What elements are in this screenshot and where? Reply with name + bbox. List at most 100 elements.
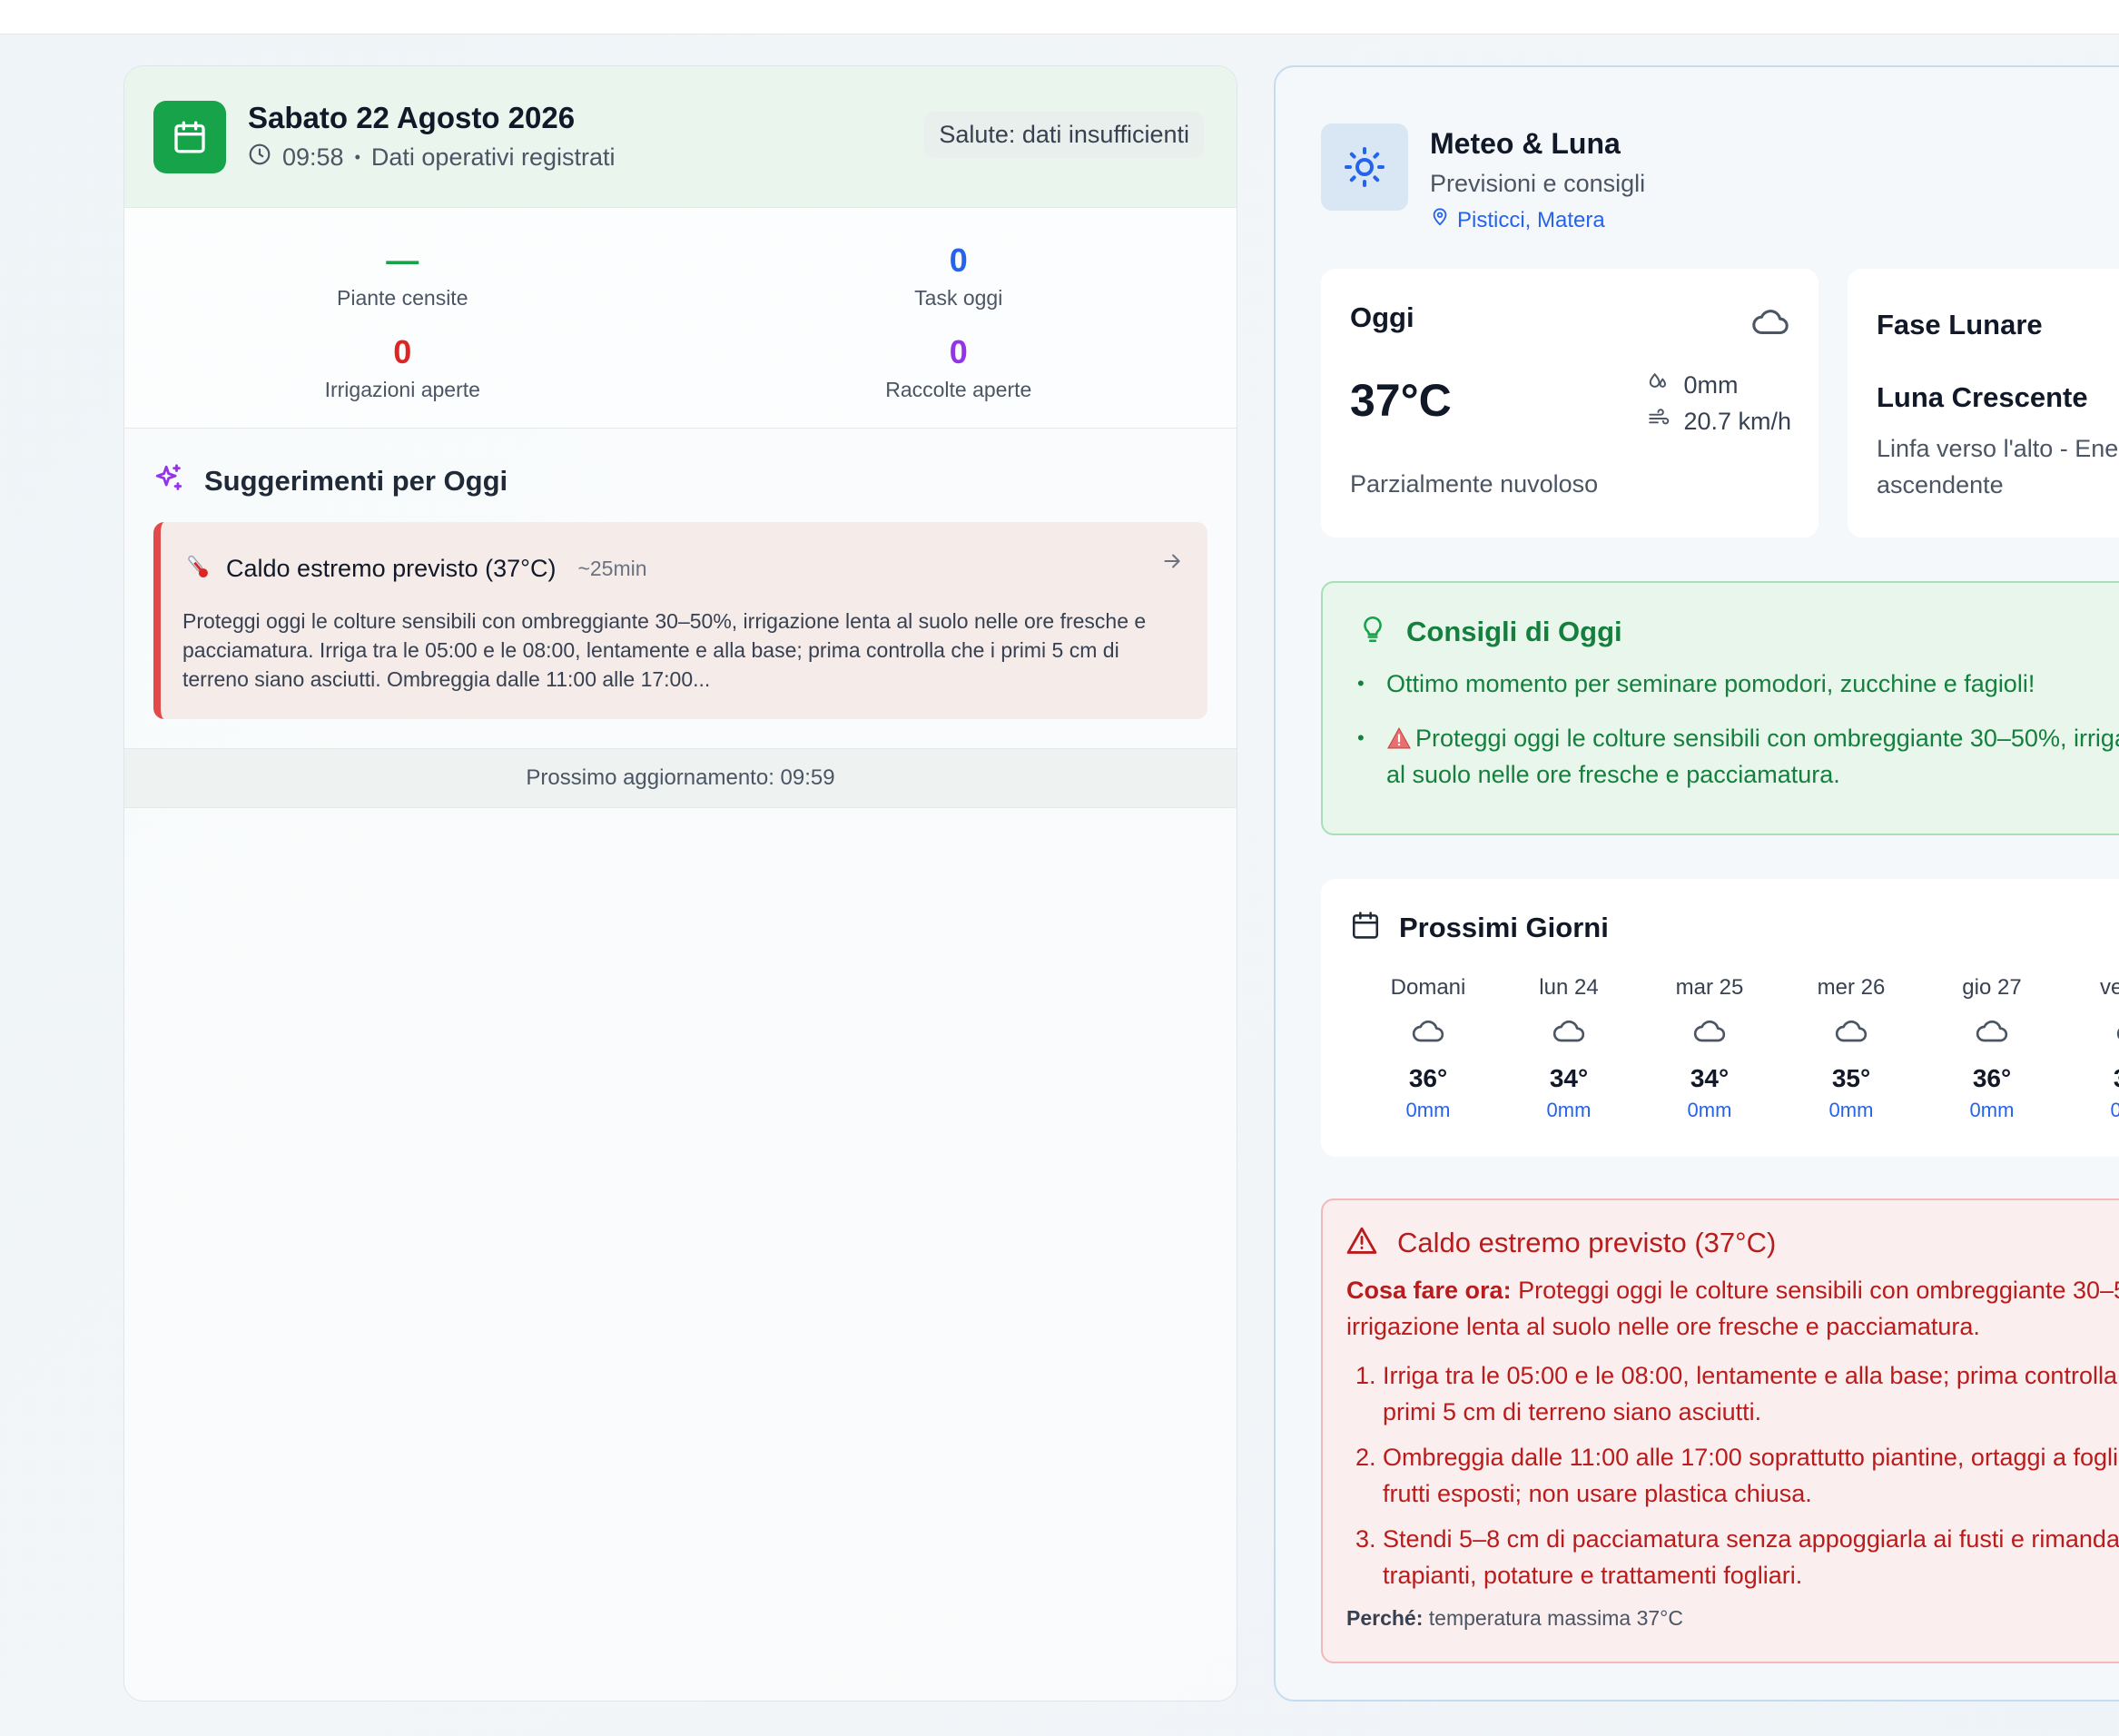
tip-item: Proteggi oggi le colture sensibili con o… (1357, 720, 2119, 793)
tip-item: Ottimo momento per seminare pomodori, zu… (1357, 666, 2119, 702)
tips-title: Consigli di Oggi (1406, 615, 1622, 647)
health-badge: Salute: dati insufficienti (924, 112, 1204, 158)
day-temp: 34° (1549, 1064, 1589, 1092)
cloud-icon (1788, 1013, 1915, 1050)
cloud-icon (1365, 1013, 1492, 1050)
weather-moon-card: Meteo & Luna Previsioni e consigli Pisti… (1274, 65, 2119, 1701)
today-wind: 20.7 km/h (1683, 407, 1791, 435)
day-rain: 0mm (1405, 1099, 1451, 1121)
suggestion-duration: ~25min (577, 557, 647, 580)
day-name: mar 25 (1675, 975, 1744, 1000)
thermometer-icon (182, 551, 213, 587)
daily-summary-header: Sabato 22 Agosto 2026 09:58 • Dati opera… (124, 66, 1237, 208)
location-text: Pisticci, Matera (1457, 207, 1605, 232)
today-rain: 0mm (1683, 370, 1739, 399)
alert-steps: Irriga tra le 05:00 e le 08:00, lentamen… (1346, 1357, 2119, 1593)
stat-value: — (386, 242, 419, 279)
day-temp: 33° (2069, 1064, 2119, 1093)
arrow-right-icon[interactable] (1160, 549, 1184, 577)
stats-grid: — Piante censite 0 Task oggi 0 Irrigazio… (124, 208, 1237, 429)
moon-phase-card: Fase Lunare Luna Crescente Linfa verso l… (1848, 269, 2119, 538)
forecast-day: gio 27 36° 0mm (1928, 975, 2055, 1122)
stat-plants: — Piante censite (124, 242, 681, 311)
day-rain: 0mm (1828, 1099, 1874, 1121)
forecast-day: lun 24 34° 0mm (1505, 975, 1632, 1122)
stat-label: Task oggi (914, 286, 1003, 310)
weather-title: Meteo & Luna (1430, 127, 1621, 160)
separator-dot: • (354, 148, 360, 166)
next-update: Prossimo aggiornamento: 09:59 (124, 748, 1237, 808)
stat-irrigations: 0 Irrigazioni aperte (124, 334, 681, 402)
stat-harvests: 0 Raccolte aperte (681, 334, 1237, 402)
day-name: Domani (1390, 975, 1466, 1000)
day-rain: 0mm (2069, 1099, 2119, 1122)
calendar-icon (153, 100, 226, 173)
stat-value: 0 (949, 333, 968, 370)
suggestion-body: Proteggi oggi le colture sensibili con o… (182, 609, 1147, 691)
day-temp: 36° (1972, 1064, 2012, 1092)
alert-step: Ombreggia dalle 11:00 alle 17:00 sopratt… (1383, 1439, 2119, 1512)
alert-step: Irriga tra le 05:00 e le 08:00, lentamen… (1383, 1357, 2119, 1430)
cloud-icon (1646, 1013, 1773, 1050)
alert-step: Stendi 5–8 cm di pacciamatura senza appo… (1383, 1521, 2119, 1593)
day-rain: 0mm (1546, 1099, 1592, 1121)
alert-action: Cosa fare ora: Proteggi oggi le colture … (1346, 1272, 2119, 1345)
map-pin-icon (1430, 207, 1450, 233)
warning-icon (1386, 725, 1415, 752)
day-temp: 36° (1408, 1064, 1448, 1092)
cloud-icon (1505, 1013, 1632, 1050)
day-rain: 0mm (1969, 1099, 2015, 1121)
today-condition: Parzialmente nuvoloso (1350, 470, 1599, 498)
stat-label: Irrigazioni aperte (324, 378, 480, 401)
suggestion-title: Caldo estremo previsto (37°C) (226, 555, 557, 582)
day-name: lun 24 (1539, 975, 1599, 1000)
today-title: Oggi (1350, 301, 1414, 333)
alert-why-text: temperatura massima 37°C (1428, 1606, 1683, 1630)
alert-title: Caldo estremo previsto (37°C) (1397, 1226, 1777, 1258)
day-temp: 34° (1690, 1064, 1730, 1092)
tip-text: Proteggi oggi le colture sensibili con o… (1386, 725, 2119, 788)
moon-title: Fase Lunare (1877, 309, 2043, 340)
stat-tasks: 0 Task oggi (681, 242, 1237, 311)
day-name: gio 27 (1962, 975, 2022, 1000)
current-time: 09:58 (282, 143, 344, 171)
heat-alert: Caldo estremo previsto (37°C) Cosa fare … (1321, 1198, 2119, 1663)
forecast-day: Domani 36° 0mm (1365, 975, 1492, 1122)
clock-icon (248, 143, 271, 173)
stat-value: 0 (393, 333, 412, 370)
tip-text: Ottimo momento per seminare pomodori, zu… (1386, 670, 2035, 697)
suggestions-title: Suggerimenti per Oggi (204, 464, 508, 497)
today-weather: Oggi 37°C 0mm 20.7 km/h Parzialmente nuv… (1321, 269, 1818, 538)
stat-label: Raccolte aperte (885, 378, 1032, 401)
alert-triangle-icon (1346, 1226, 1377, 1259)
suggestion-card[interactable]: Caldo estremo previsto (37°C) ~25min Pro… (153, 522, 1207, 719)
sun-icon (1321, 123, 1408, 211)
stat-label: Piante censite (337, 286, 468, 310)
cloud-icon (1928, 1013, 2055, 1050)
moon-phase: Luna Crescente (1877, 381, 2088, 413)
droplets-icon (1647, 370, 1671, 400)
alert-reason: Perché: temperatura massima 37°C (1346, 1606, 2119, 1631)
alert-why-label: Perché: (1346, 1606, 1424, 1630)
wind-icon (1647, 407, 1671, 437)
day-rain: 0mm (1687, 1099, 1732, 1121)
calendar-icon (1350, 910, 1381, 945)
weather-subtitle: Previsioni e consigli (1430, 170, 1646, 197)
forecast-title: Prossimi Giorni (1399, 911, 1609, 943)
moon-description: Linfa verso l'alto - Energia ascendente (1877, 435, 2119, 498)
forecast-day: mar 25 34° 0mm (1646, 975, 1773, 1122)
top-bar (0, 0, 2119, 35)
today-temperature: 37°C (1350, 375, 1452, 426)
sparkles-icon (153, 463, 184, 498)
day-temp: 35° (1831, 1064, 1871, 1092)
daily-tips: Consigli di Oggi Ottimo momento per semi… (1321, 581, 2119, 835)
cloud-icon (2069, 1013, 2119, 1050)
day-name: ven 28 (2099, 975, 2119, 1000)
forecast-card: Prossimi Giorni Domani 36° 0mm lun 24 34… (1321, 879, 2119, 1157)
daily-summary-card: Sabato 22 Agosto 2026 09:58 • Dati opera… (123, 65, 1237, 1701)
location-link[interactable]: Pisticci, Matera (1430, 207, 1645, 233)
lightbulb-icon (1357, 614, 1388, 649)
alert-now-label: Cosa fare ora: (1346, 1277, 1512, 1304)
forecast-days: Domani 36° 0mm lun 24 34° 0mm mar 25 34°… (1321, 975, 2119, 1129)
date-title: Sabato 22 Agosto 2026 (248, 101, 576, 134)
